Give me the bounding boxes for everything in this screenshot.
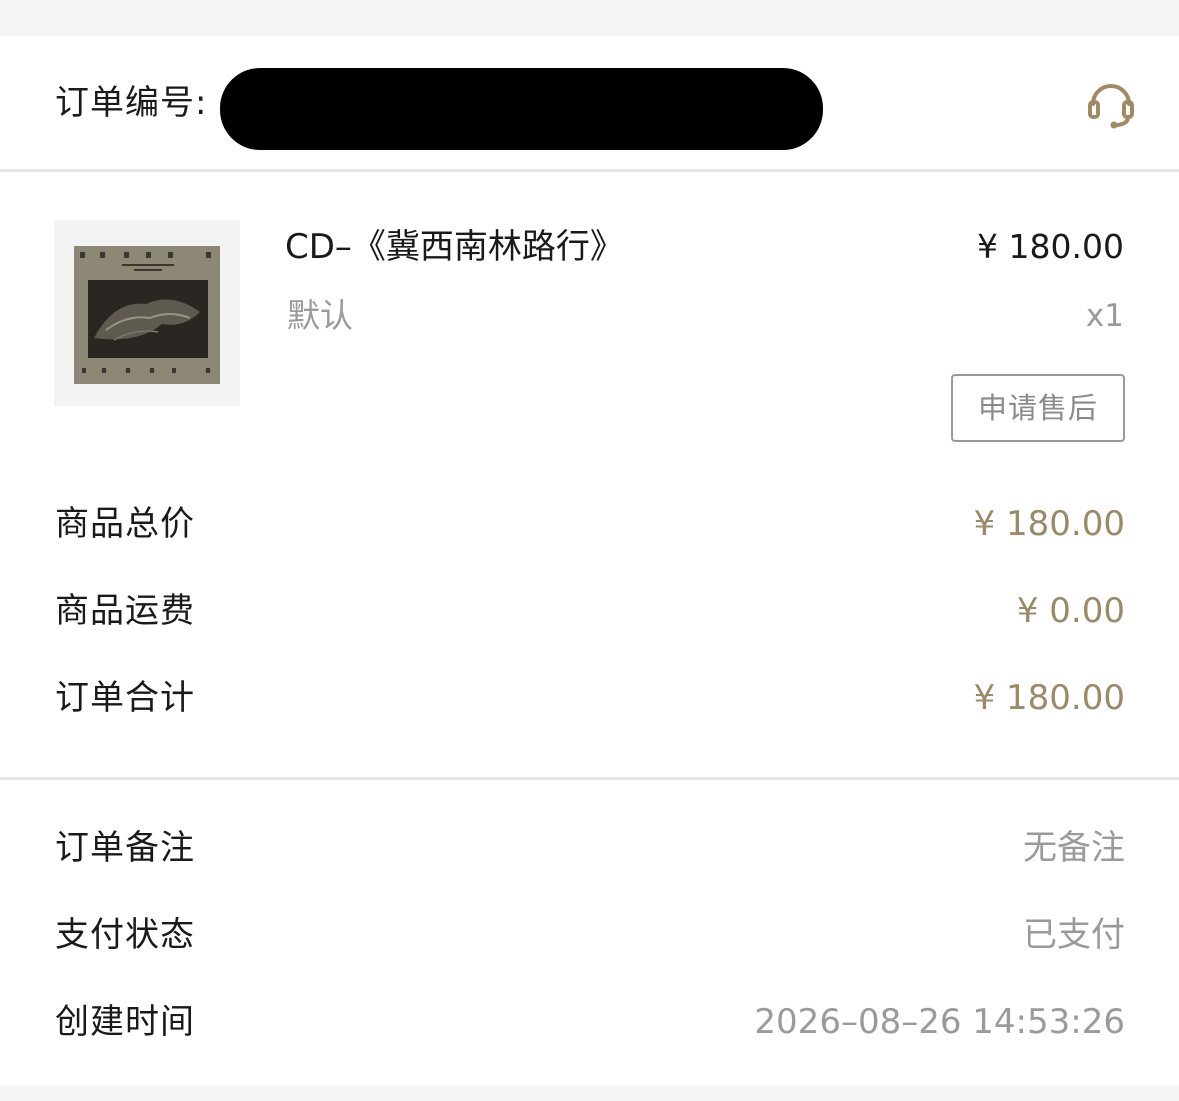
product-quantity: x1	[1085, 298, 1124, 334]
headset-icon[interactable]	[1086, 78, 1136, 130]
order-card: 订单编号: CD–《冀西南林路行》 默认 ¥ 180.00 x1 申请售后 商品…	[0, 36, 1179, 1086]
subtotal-value: ¥ 180.00	[973, 504, 1125, 544]
product-variant: 默认	[287, 296, 353, 335]
total-label: 订单合计	[55, 678, 195, 718]
shipping-label: 商品运费	[55, 591, 195, 631]
product-thumbnail[interactable]	[54, 220, 240, 406]
total-value: ¥ 180.00	[973, 678, 1125, 718]
remark-value: 无备注	[1023, 828, 1125, 868]
payment-status-label: 支付状态	[55, 915, 195, 955]
product-name[interactable]: CD–《冀西南林路行》	[285, 226, 624, 268]
section-divider	[0, 777, 1179, 780]
order-number-redacted	[220, 68, 823, 150]
summary-row-shipping: 商品运费 ¥ 0.00	[55, 589, 1125, 633]
apply-aftersale-button[interactable]: 申请售后	[951, 374, 1125, 442]
order-detail-page: 订单编号: CD–《冀西南林路行》 默认 ¥ 180.00 x1 申请售后 商品…	[0, 0, 1179, 1101]
remark-label: 订单备注	[55, 828, 195, 868]
created-time-label: 创建时间	[55, 1002, 195, 1042]
summary-row-subtotal: 商品总价 ¥ 180.00	[55, 502, 1125, 546]
order-header: 订单编号:	[0, 36, 1179, 172]
detail-row-remark: 订单备注 无备注	[55, 826, 1125, 870]
order-number-label: 订单编号:	[55, 83, 208, 123]
payment-status-value: 已支付	[1023, 915, 1125, 955]
summary-row-total: 订单合计 ¥ 180.00	[55, 676, 1125, 720]
subtotal-label: 商品总价	[55, 504, 195, 544]
created-time-value: 2026–08–26 14:53:26	[754, 1002, 1125, 1042]
detail-row-created-time: 创建时间 2026–08–26 14:53:26	[55, 1000, 1125, 1044]
product-price: ¥ 180.00	[977, 227, 1124, 266]
shipping-value: ¥ 0.00	[1016, 591, 1125, 631]
detail-row-payment-status: 支付状态 已支付	[55, 913, 1125, 957]
